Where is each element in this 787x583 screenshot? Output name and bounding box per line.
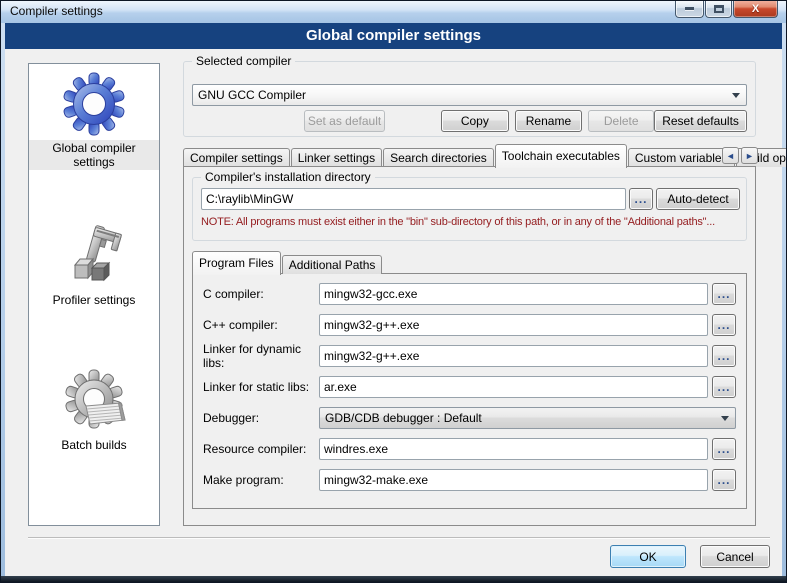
debugger-select[interactable]: GDB/CDB debugger : Default — [319, 407, 736, 429]
field-label: Make program: — [203, 473, 315, 487]
browse-directory-button[interactable]: ... — [629, 188, 653, 210]
copy-button[interactable]: Copy — [441, 110, 509, 132]
delete-button[interactable]: Delete — [588, 110, 654, 132]
ok-button[interactable]: OK — [610, 545, 686, 568]
nav-item-batch-builds[interactable]: Batch builds — [29, 369, 159, 453]
chevron-down-icon — [721, 416, 729, 421]
gray-gear-stack-icon — [62, 369, 126, 433]
tab-linker-settings[interactable]: Linker settings — [291, 148, 382, 167]
settings-nav-panel: Global compiler settings — [28, 63, 160, 526]
tab-scroll-buttons: ◄ ► — [722, 147, 758, 164]
caliper-icon — [62, 224, 126, 288]
footer-buttons: OK Cancel — [610, 545, 770, 568]
field-label: Linker for dynamic libs: — [203, 342, 315, 370]
tab-scroll-left-button[interactable]: ◄ — [722, 147, 739, 164]
nav-item-global-compiler-settings[interactable]: Global compiler settings — [29, 72, 159, 170]
page-title: Global compiler settings — [5, 23, 782, 49]
browse-button[interactable]: ... — [712, 283, 736, 305]
toolchain-executables-panel: Compiler's installation directory ... Au… — [183, 166, 756, 526]
field-row-linker-static: Linker for static libs: ... — [203, 376, 736, 398]
compiler-button-row: Set as default Copy Rename Delete Reset … — [192, 110, 747, 132]
close-icon: X — [752, 3, 759, 15]
cancel-button[interactable]: Cancel — [700, 545, 770, 568]
browse-button[interactable]: ... — [712, 314, 736, 336]
nav-item-label: Batch builds — [58, 437, 129, 453]
tab-compiler-settings[interactable]: Compiler settings — [183, 148, 290, 167]
auto-detect-button[interactable]: Auto-detect — [656, 188, 740, 210]
program-files-tab-strip: Program Files Additional Paths — [192, 253, 383, 274]
titlebar[interactable]: Compiler settings X — [1, 1, 786, 23]
dialog-body: Global compiler settings — [5, 23, 782, 576]
browse-button[interactable]: ... — [712, 469, 736, 491]
tab-program-files[interactable]: Program Files — [192, 251, 281, 275]
settings-tab-strip: Compiler settings Linker settings Search… — [183, 143, 758, 167]
blue-gear-icon — [62, 72, 126, 136]
maximize-button[interactable] — [705, 0, 732, 18]
field-row-c-compiler: C compiler: ... — [203, 283, 736, 305]
field-row-resource-compiler: Resource compiler: ... — [203, 438, 736, 460]
compiler-select[interactable]: GNU GCC Compiler — [192, 84, 747, 106]
field-label: Debugger: — [203, 411, 315, 425]
tab-custom-variables[interactable]: Custom variables — [628, 148, 735, 167]
window-title: Compiler settings — [10, 4, 103, 18]
field-row-cpp-compiler: C++ compiler: ... — [203, 314, 736, 336]
linker-static-input[interactable] — [319, 376, 708, 398]
rename-button[interactable]: Rename — [515, 110, 583, 132]
arrow-left-icon: ◄ — [726, 151, 735, 161]
tab-search-directories[interactable]: Search directories — [383, 148, 494, 167]
browse-button[interactable]: ... — [712, 376, 736, 398]
tab-additional-paths[interactable]: Additional Paths — [282, 255, 383, 274]
nav-item-label: Global compiler settings — [29, 140, 159, 170]
debugger-select-value: GDB/CDB debugger : Default — [325, 411, 482, 425]
reset-defaults-button[interactable]: Reset defaults — [654, 110, 747, 132]
minimize-button[interactable] — [675, 0, 704, 18]
resource-compiler-input[interactable] — [319, 438, 708, 460]
field-row-make-program: Make program: ... — [203, 469, 736, 491]
make-program-input[interactable] — [319, 469, 708, 491]
c-compiler-input[interactable] — [319, 283, 708, 305]
field-label: C compiler: — [203, 287, 315, 301]
field-label: Linker for static libs: — [203, 380, 315, 394]
field-row-linker-dynamic: Linker for dynamic libs: ... — [203, 345, 736, 367]
tab-toolchain-executables[interactable]: Toolchain executables — [495, 144, 627, 168]
nav-item-label: Profiler settings — [50, 292, 139, 308]
field-label: Resource compiler: — [203, 442, 315, 456]
maximize-icon — [714, 5, 724, 13]
chevron-down-icon — [732, 93, 740, 98]
browse-button[interactable]: ... — [712, 438, 736, 460]
installation-directory-group: Compiler's installation directory ... Au… — [192, 177, 747, 241]
selected-compiler-group: Selected compiler GNU GCC Compiler Set a… — [183, 61, 756, 137]
compiler-settings-window: Compiler settings X Global compiler sett… — [0, 0, 787, 583]
note-text: NOTE: All programs must exist either in … — [201, 216, 744, 228]
minimize-icon — [685, 7, 694, 10]
set-as-default-button[interactable]: Set as default — [304, 110, 385, 132]
footer-divider — [28, 537, 770, 539]
browse-button[interactable]: ... — [712, 345, 736, 367]
linker-dynamic-input[interactable] — [319, 345, 708, 367]
close-button[interactable]: X — [733, 0, 778, 18]
cpp-compiler-input[interactable] — [319, 314, 708, 336]
compiler-select-value: GNU GCC Compiler — [198, 88, 306, 102]
installation-directory-group-label: Compiler's installation directory — [201, 170, 375, 184]
tab-scroll-right-button[interactable]: ► — [741, 147, 758, 164]
field-row-debugger: Debugger: GDB/CDB debugger : Default — [203, 407, 736, 429]
arrow-right-icon: ► — [745, 151, 754, 161]
installation-directory-row: ... Auto-detect — [201, 188, 740, 210]
program-files-panel: C compiler: ... C++ compiler: ... Linker… — [192, 273, 747, 509]
nav-item-profiler-settings[interactable]: Profiler settings — [29, 224, 159, 308]
selected-compiler-group-label: Selected compiler — [192, 54, 295, 68]
field-label: C++ compiler: — [203, 318, 315, 332]
caption-buttons: X — [675, 0, 778, 18]
installation-directory-input[interactable] — [201, 188, 626, 210]
